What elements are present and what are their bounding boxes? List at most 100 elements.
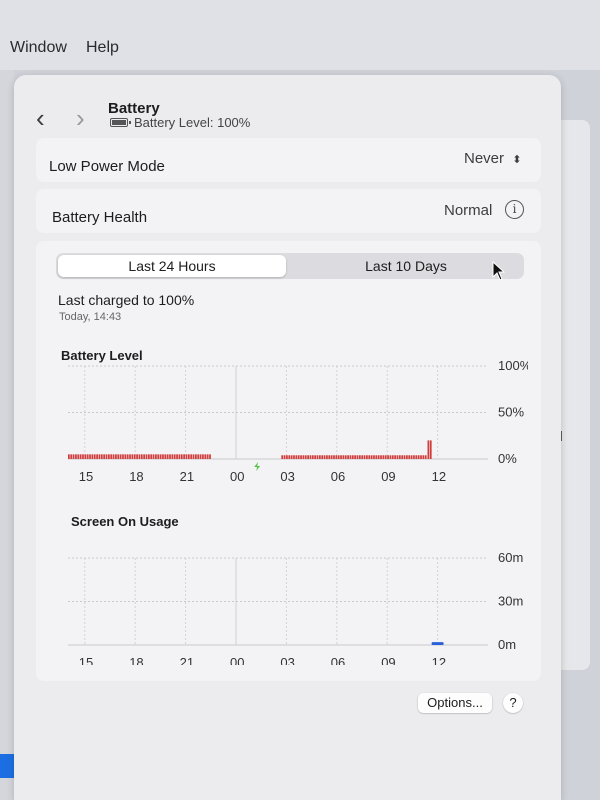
battery-bar bbox=[410, 455, 413, 459]
battery-bar bbox=[422, 455, 425, 459]
battery-bar bbox=[124, 454, 127, 459]
battery-bar bbox=[197, 454, 200, 459]
battery-bar bbox=[176, 454, 178, 459]
battery-bar bbox=[354, 455, 357, 459]
battery-bar bbox=[394, 455, 397, 459]
x-tick-label: 12 bbox=[432, 469, 446, 484]
battery-bar bbox=[155, 454, 157, 459]
battery-level-chart: 100% 50% 0% 15 18 21 00 03 06 09 12 bbox=[68, 360, 528, 484]
battery-bar bbox=[98, 454, 101, 459]
low-power-row: Low Power Mode Never ⬍ bbox=[36, 138, 541, 182]
battery-bar bbox=[129, 454, 131, 459]
battery-bar bbox=[333, 455, 335, 459]
battery-bar bbox=[391, 455, 394, 459]
battery-bar bbox=[413, 455, 415, 459]
battery-bar bbox=[307, 455, 309, 459]
battery-bar bbox=[337, 455, 340, 459]
menu-item-help[interactable]: Help bbox=[86, 39, 119, 57]
background-window-left bbox=[0, 70, 14, 800]
battery-bar bbox=[171, 454, 174, 459]
battery-bar bbox=[380, 455, 382, 459]
help-button[interactable]: ? bbox=[503, 693, 523, 713]
battery-bar bbox=[309, 455, 312, 459]
battery-bar bbox=[295, 455, 298, 459]
battery-bar bbox=[363, 455, 366, 459]
battery-bar bbox=[105, 454, 108, 459]
battery-bar bbox=[370, 455, 373, 459]
battery-bar bbox=[70, 454, 73, 459]
menu-item-window[interactable]: Window bbox=[10, 39, 67, 57]
chevron-updown-icon: ⬍ bbox=[512, 154, 522, 166]
battery-bar bbox=[112, 454, 115, 459]
battery-bar bbox=[358, 455, 361, 459]
battery-bar bbox=[159, 454, 162, 459]
battery-bar bbox=[311, 455, 314, 459]
back-button[interactable]: ‹ bbox=[36, 105, 45, 131]
tab-last-24-hours[interactable]: Last 24 Hours bbox=[58, 255, 286, 277]
battery-bar bbox=[375, 455, 378, 459]
battery-bar bbox=[328, 455, 331, 459]
battery-bar bbox=[389, 455, 392, 459]
battery-bar bbox=[415, 455, 418, 459]
battery-bar bbox=[288, 455, 291, 459]
usage-bar bbox=[431, 642, 444, 645]
battery-bar bbox=[173, 454, 176, 459]
battery-health-label: Battery Health bbox=[52, 209, 148, 226]
battery-bar bbox=[93, 454, 96, 459]
battery-bar bbox=[314, 455, 317, 459]
battery-bar bbox=[424, 455, 427, 459]
battery-bar bbox=[107, 454, 110, 459]
battery-bar bbox=[140, 454, 143, 459]
last-charged-time: Today, 14:43 bbox=[59, 311, 122, 323]
battery-bar bbox=[290, 455, 293, 459]
x-tick-label: 21 bbox=[180, 469, 194, 484]
x-tick-label: 03 bbox=[280, 655, 294, 665]
battery-bar bbox=[344, 455, 347, 459]
forward-button[interactable]: › bbox=[76, 105, 85, 131]
battery-bar bbox=[316, 455, 319, 459]
battery-bar bbox=[147, 454, 150, 459]
battery-bar bbox=[204, 454, 207, 459]
battery-bar bbox=[122, 454, 124, 459]
battery-bar bbox=[133, 454, 136, 459]
battery-bar bbox=[318, 455, 321, 459]
battery-health-row: Battery Health Normal i bbox=[36, 189, 541, 233]
battery-bar bbox=[157, 454, 160, 459]
x-tick-label: 00 bbox=[230, 469, 244, 484]
battery-bar bbox=[180, 454, 183, 459]
battery-bar bbox=[340, 455, 342, 459]
x-tick-label: 21 bbox=[180, 655, 194, 665]
x-tick-label: 15 bbox=[79, 469, 93, 484]
battery-bar bbox=[91, 454, 94, 459]
tab-last-10-days[interactable]: Last 10 Days bbox=[296, 255, 516, 277]
battery-bar bbox=[96, 454, 98, 459]
battery-level-subtitle: Battery Level: 100% bbox=[110, 115, 250, 130]
info-icon[interactable]: i bbox=[505, 200, 524, 219]
low-power-value: Never bbox=[464, 150, 505, 167]
battery-bar bbox=[366, 455, 368, 459]
battery-bar bbox=[166, 454, 169, 459]
x-tick-label: 09 bbox=[381, 655, 395, 665]
y-tick-label: 100% bbox=[498, 360, 528, 373]
battery-bar bbox=[297, 455, 300, 459]
battery-bar bbox=[406, 455, 408, 459]
battery-bar bbox=[377, 455, 380, 459]
battery-bar bbox=[356, 455, 359, 459]
history-range-segmented: Last 24 Hours Last 10 Days bbox=[56, 253, 524, 279]
battery-bar bbox=[103, 454, 106, 459]
battery-bar bbox=[192, 454, 195, 459]
battery-bar bbox=[293, 455, 295, 459]
battery-bar bbox=[138, 454, 141, 459]
x-tick-label: 03 bbox=[280, 469, 294, 484]
battery-bar bbox=[347, 455, 349, 459]
options-button[interactable]: Options... bbox=[418, 693, 492, 713]
battery-bar bbox=[403, 455, 406, 459]
battery-bar bbox=[300, 455, 302, 459]
battery-bar bbox=[86, 454, 89, 459]
battery-bar bbox=[420, 455, 422, 459]
x-tick-label: 12 bbox=[432, 655, 446, 665]
battery-bar bbox=[136, 454, 138, 459]
low-power-select[interactable]: Never ⬍ bbox=[464, 150, 521, 167]
battery-bar bbox=[79, 454, 82, 459]
x-tick-label: 15 bbox=[79, 655, 93, 665]
